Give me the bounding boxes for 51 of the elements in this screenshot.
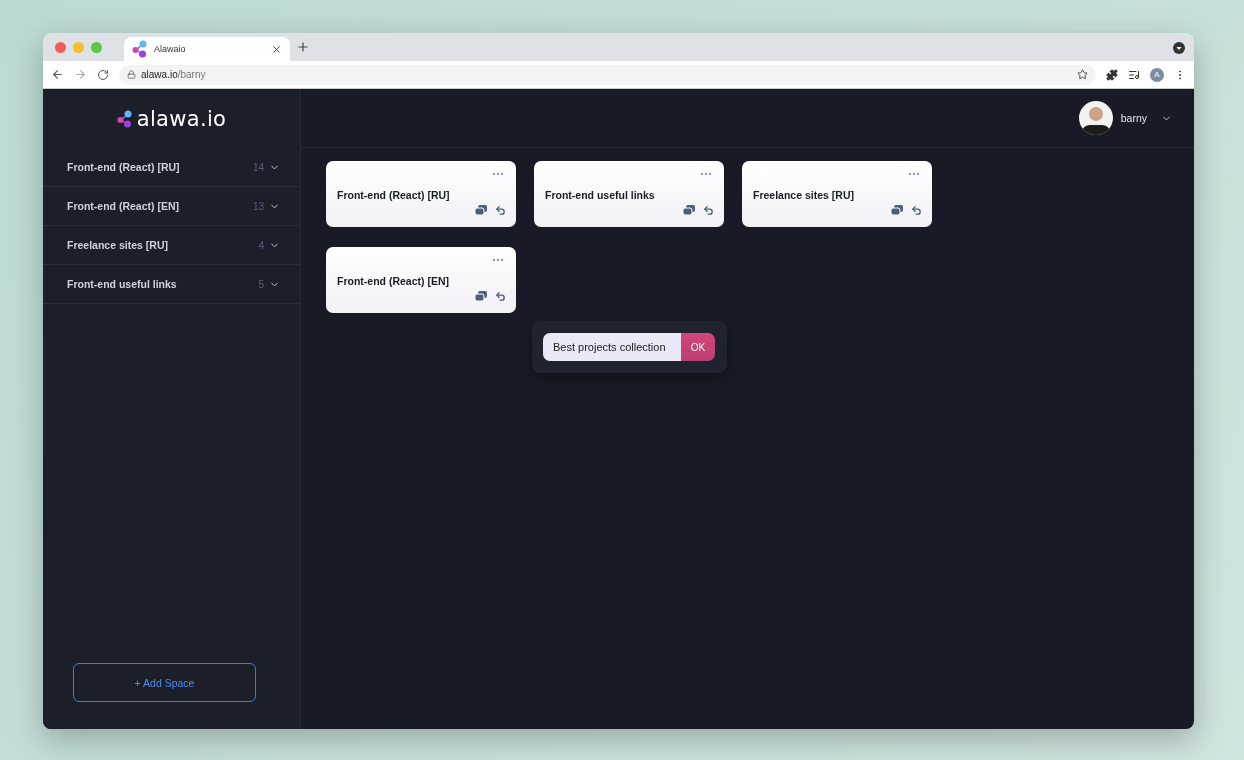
space-card[interactable]: Front-end (React) [EN] <box>326 247 516 313</box>
close-icon[interactable] <box>271 43 282 55</box>
reload-icon[interactable] <box>97 68 109 81</box>
stack-icon[interactable] <box>475 205 487 215</box>
space-card[interactable]: Freelance sites [RU] <box>742 161 932 227</box>
stack-icon[interactable] <box>475 291 487 301</box>
space-item[interactable]: Front-end useful links 5 <box>43 265 300 304</box>
url-path: /barny <box>177 69 206 80</box>
address-bar[interactable]: alawa.io/barny <box>119 64 1096 85</box>
stack-icon[interactable] <box>683 205 695 215</box>
close-window-button[interactable] <box>55 41 66 53</box>
card-title: Front-end (React) [RU] <box>337 189 451 201</box>
share-arrow-icon[interactable] <box>703 205 714 216</box>
share-arrow-icon[interactable] <box>495 205 506 216</box>
space-item[interactable]: Freelance sites [RU] 4 <box>43 226 300 265</box>
card-title: Front-end (React) [EN] <box>337 275 450 287</box>
space-card[interactable]: Front-end useful links <box>534 161 724 227</box>
share-arrow-icon[interactable] <box>495 291 506 302</box>
lock-icon <box>127 70 136 79</box>
logo-icon <box>116 109 133 128</box>
tab-search-icon[interactable] <box>1173 42 1185 54</box>
card-title: Front-end useful links <box>545 189 656 201</box>
back-icon[interactable] <box>51 68 64 81</box>
avatar[interactable] <box>1078 101 1113 135</box>
space-name: Freelance sites [RU] <box>67 239 169 251</box>
browser-tab[interactable]: Alawaio <box>124 37 290 61</box>
space-card[interactable]: Front-end (React) [RU] <box>326 161 516 227</box>
space-count: 4 <box>258 239 264 251</box>
ok-button[interactable]: OK <box>681 333 715 361</box>
space-count: 5 <box>258 278 264 290</box>
space-name: Front-end (React) [EN] <box>67 200 180 212</box>
url-host: alawa.io <box>141 69 178 80</box>
logo-text: alawa.io <box>136 106 227 131</box>
new-tab-icon[interactable] <box>296 40 310 54</box>
bookmark-star-icon[interactable] <box>1077 69 1088 80</box>
media-icon[interactable] <box>1128 68 1140 81</box>
tab-title: Alawaio <box>154 44 187 54</box>
user-name[interactable]: barny <box>1120 112 1147 124</box>
extensions-icon[interactable] <box>1106 68 1118 81</box>
space-name: Front-end useful links <box>67 278 178 290</box>
space-count: 14 <box>252 161 264 173</box>
add-space-button[interactable]: + Add Space <box>73 663 256 702</box>
name-input[interactable]: Best projects collection <box>543 333 681 361</box>
card-title: Freelance sites [RU] <box>753 189 855 201</box>
logo-icon <box>132 40 148 58</box>
space-name: Front-end (React) [RU] <box>67 161 181 173</box>
space-count: 13 <box>252 200 264 212</box>
share-arrow-icon[interactable] <box>911 205 922 216</box>
space-item[interactable]: Front-end (React) [EN] 13 <box>43 187 300 226</box>
space-item[interactable]: Front-end (React) [RU] 14 <box>43 148 300 187</box>
stack-icon[interactable] <box>891 205 903 215</box>
